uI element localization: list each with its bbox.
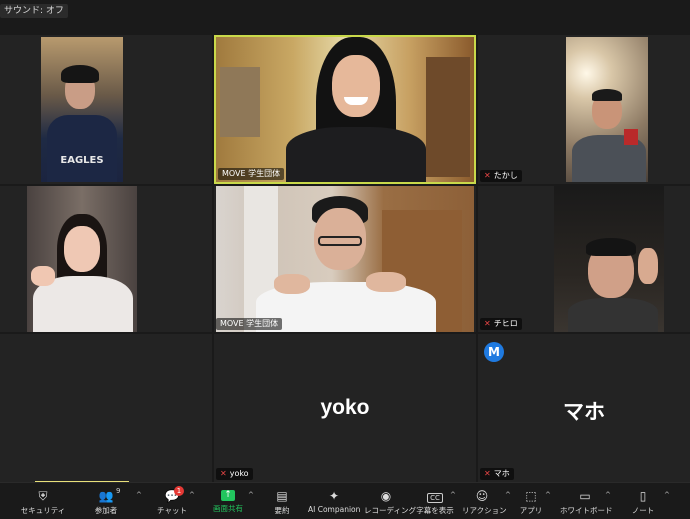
notes-icon: ▯ xyxy=(639,489,647,503)
chevron-up-icon[interactable]: ^ xyxy=(136,491,142,499)
share-screen-button[interactable]: ↑ 画面共有 xyxy=(208,483,248,519)
participant-video xyxy=(216,186,474,332)
security-label: セキュリティ xyxy=(20,506,66,515)
participant-name-tag: ✕ マホ xyxy=(480,468,514,480)
sparkle-icon: ✦ xyxy=(328,489,340,503)
video-tile-5[interactable]: MOVE 学生団体 xyxy=(214,186,476,332)
participant-video xyxy=(566,37,648,182)
participant-name-tag: MOVE 学生団体 xyxy=(216,318,283,330)
whiteboard-label: ホワイトボード xyxy=(560,506,613,515)
chevron-up-icon[interactable]: ^ xyxy=(545,491,551,499)
meeting-toolbar: ⛨ セキュリティ 👥 参加者 9 ^ 💬 チャット 1 ^ ↑ 画面共有 ^ ▤… xyxy=(0,482,690,519)
video-tile-maho[interactable]: マホ ✕ マホ xyxy=(478,334,690,482)
summary-icon: ▤ xyxy=(276,489,288,503)
chevron-up-icon[interactable]: ^ xyxy=(505,491,511,499)
chat-icon: 💬 xyxy=(164,489,180,503)
video-tile-3[interactable]: ✕ たかし xyxy=(478,35,690,184)
ai-label: AI Companion xyxy=(308,505,361,514)
participant-name-tag: MOVE 学生団体 xyxy=(218,168,285,180)
notes-button[interactable]: ▯ ノート xyxy=(626,483,660,519)
participant-name: yoko xyxy=(229,469,249,478)
participant-display-name: マホ xyxy=(563,401,605,424)
mic-muted-icon: ✕ xyxy=(484,319,491,328)
chevron-up-icon[interactable]: ^ xyxy=(450,491,456,499)
top-bar: サウンド: オフ xyxy=(0,0,690,32)
share-label: 画面共有 xyxy=(213,504,243,513)
record-button[interactable]: ◉ レコーディング xyxy=(364,483,416,519)
participant-name-tag: ✕ たかし xyxy=(480,170,522,182)
chevron-up-icon[interactable]: ^ xyxy=(189,491,195,499)
mic-muted-icon: ✕ xyxy=(220,469,227,478)
ai-companion-button[interactable]: ✦ AI Companion xyxy=(308,483,360,519)
empty-tile xyxy=(0,334,212,482)
mic-muted-icon: ✕ xyxy=(484,469,491,478)
apps-label: アプリ xyxy=(519,506,543,515)
notes-label: ノート xyxy=(631,506,655,515)
participant-video xyxy=(27,186,137,332)
smile-icon: ☺ xyxy=(475,489,489,503)
chevron-up-icon[interactable]: ^ xyxy=(248,491,254,499)
participant-name-tag: ✕ yoko xyxy=(216,468,253,480)
chat-label: チャット xyxy=(157,506,187,515)
participant-name: MOVE 学生団体 xyxy=(220,319,279,328)
chat-button[interactable]: 💬 チャット xyxy=(152,483,192,519)
participants-label: 参加者 xyxy=(94,506,118,515)
participant-name: チヒロ xyxy=(493,319,518,328)
video-tile-2-active-speaker[interactable]: MOVE 学生団体 xyxy=(214,35,476,184)
share-screen-icon: ↑ xyxy=(221,490,235,501)
reactions-label: リアクション xyxy=(462,506,507,515)
chat-unread-badge: 1 xyxy=(174,486,184,496)
record-icon: ◉ xyxy=(380,489,392,503)
whiteboard-icon: ▭ xyxy=(579,489,591,503)
video-tile-4[interactable] xyxy=(0,186,212,332)
participant-video: EAGLES xyxy=(41,37,123,182)
participant-count: 9 xyxy=(116,487,121,495)
participant-display-name: yoko xyxy=(320,396,370,419)
whiteboard-button[interactable]: ▭ ホワイトボード xyxy=(560,483,613,519)
participant-video xyxy=(554,186,664,332)
summary-label: 要約 xyxy=(274,506,290,515)
participant-name: たかし xyxy=(493,171,518,180)
captions-button[interactable]: CC 字幕を表示 xyxy=(414,483,456,519)
participant-video xyxy=(216,37,474,182)
chevron-up-icon[interactable]: ^ xyxy=(664,491,670,499)
reactions-button[interactable]: ☺ リアクション xyxy=(462,483,507,519)
video-tile-yoko[interactable]: yoko ✕ yoko xyxy=(214,334,476,482)
participant-name-tag: ✕ チヒロ xyxy=(480,318,522,330)
mic-muted-icon: ✕ xyxy=(484,171,491,180)
captions-label: 字幕を表示 xyxy=(416,506,454,515)
video-tile-6[interactable]: ✕ チヒロ xyxy=(478,186,690,332)
security-button[interactable]: ⛨ セキュリティ xyxy=(20,483,66,519)
chevron-up-icon[interactable]: ^ xyxy=(605,491,611,499)
apps-button[interactable]: ⬚ アプリ xyxy=(516,483,546,519)
video-tile-1[interactable]: EAGLES xyxy=(0,35,212,184)
shield-icon: ⛨ xyxy=(38,489,48,503)
record-label: レコーディング xyxy=(364,506,416,515)
participant-name: マホ xyxy=(493,469,510,478)
avatar: M xyxy=(484,342,504,362)
apps-icon: ⬚ xyxy=(525,489,537,503)
participant-name: MOVE 学生団体 xyxy=(222,169,281,178)
cc-icon-text: CC xyxy=(427,493,443,503)
summary-button[interactable]: ▤ 要約 xyxy=(264,483,300,519)
sound-status[interactable]: サウンド: オフ xyxy=(0,4,68,18)
